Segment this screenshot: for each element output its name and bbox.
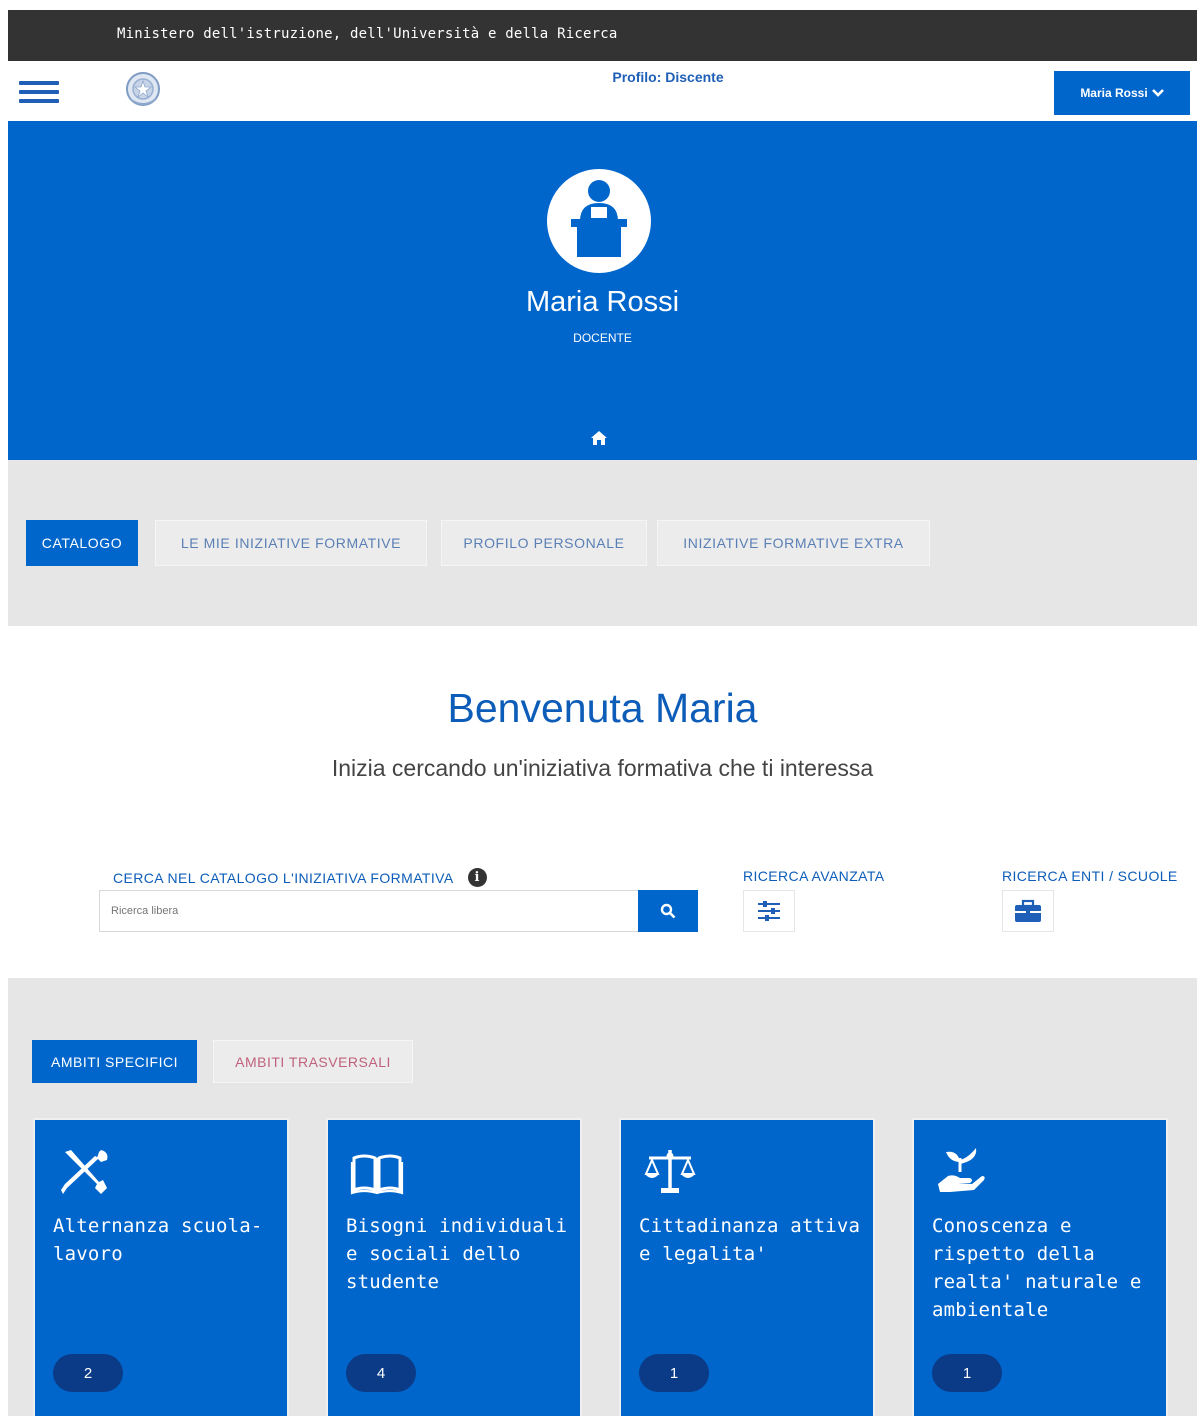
profile-hero: Maria Rossi DOCENTE bbox=[8, 121, 1197, 460]
info-icon[interactable]: i bbox=[467, 868, 487, 887]
ministry-bar: Ministero dell'istruzione, dell'Universi… bbox=[8, 10, 1197, 61]
header: Profilo: Discente Maria Rossi bbox=[8, 61, 1197, 121]
tab-ambiti-trasversali[interactable]: AMBITI TRASVERSALI bbox=[213, 1040, 413, 1083]
tab-catalogo[interactable]: CATALOGO bbox=[26, 520, 138, 566]
ambito-card[interactable]: Bisogni individuali e sociali dello stud… bbox=[326, 1118, 582, 1416]
avatar bbox=[547, 169, 651, 273]
ministry-title: Ministero dell'istruzione, dell'Universi… bbox=[117, 26, 618, 42]
search-input[interactable] bbox=[99, 890, 639, 932]
ambito-card-title: Alternanza scuola-lavoro bbox=[53, 1215, 263, 1265]
user-name: Maria Rossi bbox=[525, 286, 680, 318]
catalog-search-label: CERCA NEL CATALOGO L'INIZIATIVA FORMATIV… bbox=[113, 868, 487, 887]
tools-icon bbox=[61, 1150, 108, 1194]
search-button[interactable] bbox=[638, 890, 698, 932]
ambito-card[interactable]: Conoscenza e rispetto della realta' natu… bbox=[912, 1118, 1168, 1416]
user-role: DOCENTE bbox=[573, 331, 632, 345]
ambito-card-count: 4 bbox=[346, 1354, 416, 1392]
welcome-title: Benvenuta Maria bbox=[447, 685, 758, 731]
ambito-card[interactable]: Cittadinanza attiva e legalita' 1 bbox=[619, 1118, 875, 1416]
tab-le-mie-iniziative[interactable]: LE MIE INIZIATIVE FORMATIVE bbox=[155, 520, 427, 566]
republic-emblem-icon bbox=[126, 72, 160, 106]
page: Ministero dell'istruzione, dell'Universi… bbox=[8, 10, 1197, 1416]
balance-icon bbox=[644, 1150, 696, 1193]
user-menu-label: Maria Rossi bbox=[1080, 86, 1148, 100]
chevron-down-icon bbox=[1151, 89, 1164, 97]
hamburger-menu-icon[interactable] bbox=[19, 81, 59, 105]
teacher-avatar-icon bbox=[571, 180, 627, 257]
ambiti-section: AMBITI SPECIFICI AMBITI TRASVERSALI Alte… bbox=[8, 978, 1197, 1416]
welcome-subtitle: Inizia cercando un'iniziativa formativa … bbox=[331, 755, 874, 781]
ambito-card-title: Conoscenza e rispetto della realta' natu… bbox=[932, 1215, 1142, 1321]
enti-search-label: RICERCA ENTI / SCUOLE bbox=[1002, 868, 1178, 884]
ambito-card-count: 1 bbox=[932, 1354, 1002, 1392]
home-icon[interactable] bbox=[590, 430, 608, 446]
main-navigation-tabs: CATALOGO LE MIE INIZIATIVE FORMATIVE PRO… bbox=[8, 460, 1197, 626]
advanced-search-button[interactable] bbox=[743, 890, 795, 932]
briefcase-icon bbox=[1015, 899, 1041, 922]
search-icon bbox=[660, 903, 676, 919]
catalog-search-label-text: CERCA NEL CATALOGO L'INIZIATIVA FORMATIV… bbox=[113, 869, 454, 886]
profile-label: Profilo: Discente bbox=[612, 69, 724, 85]
ambito-card-title: Cittadinanza attiva e legalita' bbox=[639, 1215, 861, 1265]
sliders-icon bbox=[758, 901, 780, 921]
enti-search-button[interactable] bbox=[1002, 890, 1054, 932]
ambito-card-count: 1 bbox=[639, 1354, 709, 1392]
tab-ambiti-specifici[interactable]: AMBITI SPECIFICI bbox=[32, 1040, 197, 1083]
ambito-card[interactable]: Alternanza scuola-lavoro 2 bbox=[33, 1118, 289, 1416]
tab-profilo-personale[interactable]: PROFILO PERSONALE bbox=[441, 520, 647, 566]
advanced-search-label: RICERCA AVANZATA bbox=[743, 868, 885, 884]
book-icon bbox=[350, 1154, 404, 1195]
tab-iniziative-extra[interactable]: INIZIATIVE FORMATIVE EXTRA bbox=[657, 520, 930, 566]
ambito-card-count: 2 bbox=[53, 1354, 123, 1392]
user-menu-button[interactable]: Maria Rossi bbox=[1054, 71, 1190, 115]
plant-hand-icon bbox=[938, 1148, 985, 1192]
ambito-card-title: Bisogni individuali e sociali dello stud… bbox=[346, 1215, 568, 1293]
